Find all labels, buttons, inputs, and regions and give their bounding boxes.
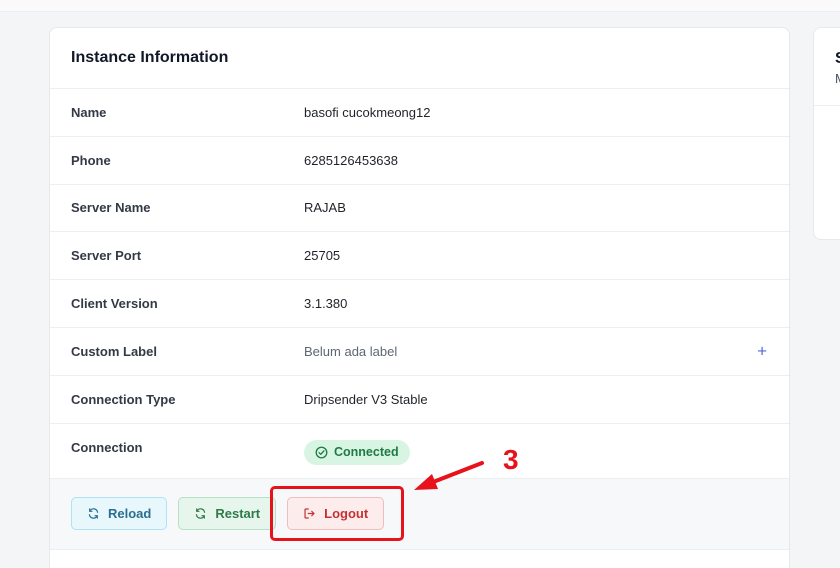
restart-label: Restart [215, 506, 261, 522]
status-badge: Connected [304, 439, 410, 465]
row-label: Connection Type [71, 391, 176, 407]
side-card-header: S M [814, 28, 840, 106]
step-number: 3 [503, 444, 519, 475]
row-value: Dripsender V3 Stable [304, 391, 428, 407]
card-header: Instance Information [50, 28, 789, 89]
row-label: Server Name [71, 200, 151, 216]
reload-button[interactable]: Reload [71, 497, 168, 531]
row-value: basofi cucokmeong12 [304, 104, 431, 120]
info-row-connection-type: Connection Type Dripsender V3 Stable [50, 376, 789, 424]
refresh-icon [88, 508, 99, 519]
row-value: 3.1.380 [304, 296, 348, 312]
reload-label: Reload [108, 506, 152, 522]
restart-button[interactable]: Restart [178, 497, 277, 531]
logout-highlight-box [270, 486, 404, 541]
refresh-icon [196, 508, 206, 519]
card-title: Instance Information [71, 49, 229, 66]
status-text: Connected [334, 445, 399, 460]
side-card: S M [813, 27, 840, 240]
info-row-server-port: Server Port 25705 [50, 232, 789, 281]
custom-label-placeholder: Belum ada label [304, 343, 398, 359]
row-label: Name [71, 104, 107, 120]
check-circle-icon [315, 446, 328, 459]
row-label: Phone [71, 152, 111, 168]
top-bar [0, 0, 840, 12]
row-label: Client Version [71, 296, 158, 312]
row-value: 25705 [304, 248, 341, 264]
row-label: Server Port [71, 248, 142, 264]
row-label: Custom Label [71, 343, 157, 359]
row-value: RAJAB [304, 200, 346, 216]
info-row-client-version: Client Version 3.1.380 [50, 280, 789, 328]
side-card-title: S [835, 50, 840, 68]
side-card-subtitle: M [835, 71, 840, 86]
info-row-server-name: Server Name RAJAB [50, 185, 789, 233]
row-value: 6285126453638 [304, 152, 398, 168]
plus-icon[interactable]: + [757, 343, 767, 360]
row-label: Connection [71, 439, 143, 455]
info-row-phone: Phone 6285126453638 [50, 137, 789, 185]
info-row-name: Name basofi cucokmeong12 [50, 89, 789, 137]
annotation-arrow-icon [414, 461, 484, 490]
info-row-custom-label: Custom Label Belum ada label + [50, 328, 789, 376]
